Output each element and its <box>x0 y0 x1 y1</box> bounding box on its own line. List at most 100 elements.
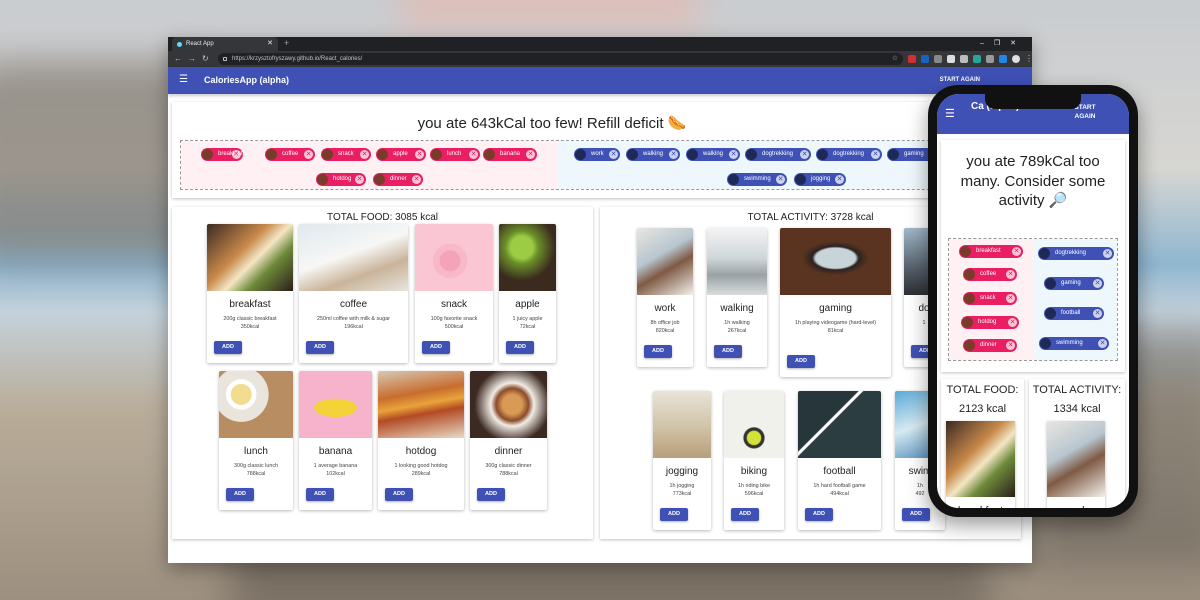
add-button[interactable]: ADD <box>506 341 534 354</box>
remove-chip-icon[interactable]: ✕ <box>526 150 535 159</box>
bookmark-star-icon[interactable]: ☆ <box>892 53 898 65</box>
forward-icon[interactable]: → <box>188 53 196 65</box>
activity-chip[interactable]: dogtrekking ✕ <box>745 148 811 161</box>
add-button[interactable]: ADD <box>805 508 833 521</box>
profile-avatar[interactable] <box>1012 55 1020 63</box>
activity-chip[interactable]: football ✕ <box>1044 307 1104 320</box>
card-description: 250ml coffee with milk & sugar <box>316 316 390 322</box>
food-chip[interactable]: lunch ✕ <box>430 148 480 161</box>
add-button[interactable]: ADD <box>306 341 334 354</box>
hotdog-image <box>378 371 464 438</box>
food-chip[interactable]: banana ✕ <box>483 148 537 161</box>
add-button[interactable]: ADD <box>644 345 672 358</box>
remove-chip-icon[interactable]: ✕ <box>304 150 313 159</box>
add-button[interactable]: ADD <box>902 508 930 521</box>
add-button[interactable]: ADD <box>214 341 242 354</box>
selected-items-box: breakfast ✕ coffee ✕ snack ✕ apple ✕ lunch ✕… <box>180 140 1020 190</box>
hamburger-menu-icon[interactable]: ☰ <box>945 107 955 120</box>
extension-icon[interactable] <box>921 55 929 63</box>
food-chip[interactable]: snack ✕ <box>963 292 1017 305</box>
add-button[interactable]: ADD <box>306 488 334 501</box>
food-chip[interactable]: breakfast ✕ <box>201 148 243 161</box>
activity-chip[interactable]: dogtrekking ✕ <box>816 148 882 161</box>
reload-icon[interactable]: ↻ <box>202 53 209 65</box>
selected-items-box: breakfast ✕ coffee ✕ snack ✕ hotdog ✕ dinner… <box>948 238 1118 361</box>
remove-chip-icon[interactable]: ✕ <box>1093 279 1102 288</box>
remove-chip-icon[interactable]: ✕ <box>1006 270 1015 279</box>
extension-icon[interactable] <box>960 55 968 63</box>
address-bar: ← → ↻ https://krzysztofryszawy.github.io… <box>168 51 1032 67</box>
extension-icon[interactable] <box>908 55 916 63</box>
card-kcal: 788kcal <box>246 471 266 477</box>
remove-chip-icon[interactable]: ✕ <box>1098 339 1107 348</box>
extension-icon[interactable] <box>934 55 942 63</box>
add-button[interactable]: ADD <box>477 488 505 501</box>
add-button[interactable]: ADD <box>787 355 815 368</box>
remove-chip-icon[interactable]: ✕ <box>1006 294 1015 303</box>
add-button[interactable]: ADD <box>714 345 742 358</box>
extension-icon[interactable] <box>947 55 955 63</box>
new-tab-icon[interactable]: + <box>284 37 289 50</box>
activity-chip[interactable]: dogtrekking ✕ <box>1038 247 1114 260</box>
url-input[interactable]: https://krzysztofryszawy.github.io/React… <box>218 53 903 65</box>
remove-chip-icon[interactable]: ✕ <box>360 150 369 159</box>
remove-chip-icon[interactable]: ✕ <box>871 150 880 159</box>
hamburger-menu-icon[interactable]: ☰ <box>179 75 188 85</box>
activity-chip[interactable]: work ✕ <box>574 148 620 161</box>
remove-chip-icon[interactable]: ✕ <box>1006 341 1015 350</box>
activity-chip[interactable]: swimming ✕ <box>1039 337 1109 350</box>
activity-avatar <box>728 174 739 185</box>
remove-chip-icon[interactable]: ✕ <box>729 150 738 159</box>
browser-tab[interactable]: React App ✕ <box>172 37 278 51</box>
activity-avatar <box>817 149 828 160</box>
remove-chip-icon[interactable]: ✕ <box>415 150 424 159</box>
remove-chip-icon[interactable]: ✕ <box>469 150 478 159</box>
food-chip[interactable]: apple ✕ <box>376 148 426 161</box>
activity-chip[interactable]: swimming ✕ <box>727 173 787 186</box>
extension-icon[interactable] <box>999 55 1007 63</box>
activity-chip[interactable]: jogging ✕ <box>794 173 846 186</box>
food-chip[interactable]: hotdog ✕ <box>961 316 1019 329</box>
back-icon[interactable]: ← <box>174 53 182 65</box>
remove-chip-icon[interactable]: ✕ <box>609 150 618 159</box>
remove-chip-icon[interactable]: ✕ <box>800 150 809 159</box>
remove-chip-icon[interactable]: ✕ <box>1008 318 1017 327</box>
work-image <box>637 228 693 295</box>
window-controls[interactable]: –❐✕ <box>980 37 1026 51</box>
remove-chip-icon[interactable]: ✕ <box>355 175 364 184</box>
activity-chip[interactable]: gaming✕ <box>1044 277 1104 290</box>
add-button[interactable]: ADD <box>226 488 254 501</box>
extension-icon[interactable] <box>986 55 994 63</box>
card-title: lunch <box>244 446 268 457</box>
remove-chip-icon[interactable]: ✕ <box>231 150 241 159</box>
remove-chip-icon[interactable]: ✕ <box>1103 249 1112 258</box>
remove-chip-icon[interactable]: ✕ <box>412 175 421 184</box>
extension-icon[interactable] <box>973 55 981 63</box>
card-description: 100g favorite snack <box>430 316 478 322</box>
add-button[interactable]: ADD <box>660 508 688 521</box>
menu-dots-icon[interactable]: ⋮ <box>1025 55 1032 63</box>
add-button[interactable]: ADD <box>385 488 413 501</box>
remove-chip-icon[interactable]: ✕ <box>1093 309 1102 318</box>
remove-chip-icon[interactable]: ✕ <box>1012 247 1021 256</box>
close-tab-icon[interactable]: ✕ <box>267 37 273 51</box>
add-button[interactable]: ADD <box>422 341 450 354</box>
remove-chip-icon[interactable]: ✕ <box>669 150 678 159</box>
phone-notch <box>985 94 1081 109</box>
activity-chip[interactable]: walking ✕ <box>686 148 740 161</box>
food-chip[interactable]: snack ✕ <box>321 148 371 161</box>
food-chip[interactable]: dinner ✕ <box>373 173 423 186</box>
activity-chip[interactable]: walking ✕ <box>626 148 680 161</box>
add-button[interactable]: ADD <box>731 508 759 521</box>
food-chip[interactable]: dinner ✕ <box>963 339 1017 352</box>
card-kcal: 289kcal <box>411 471 431 477</box>
card-title: work <box>654 303 676 314</box>
food-chip[interactable]: coffee ✕ <box>265 148 315 161</box>
remove-chip-icon[interactable]: ✕ <box>835 175 844 184</box>
food-chip[interactable]: hotdog ✕ <box>316 173 366 186</box>
selected-food-zone: breakfast ✕ coffee ✕ snack ✕ hotdog ✕ dinner… <box>949 239 1034 360</box>
food-chip[interactable]: breakfast ✕ <box>959 245 1023 258</box>
remove-chip-icon[interactable]: ✕ <box>776 175 785 184</box>
gaming-image <box>780 228 891 295</box>
food-chip[interactable]: coffee ✕ <box>963 268 1017 281</box>
